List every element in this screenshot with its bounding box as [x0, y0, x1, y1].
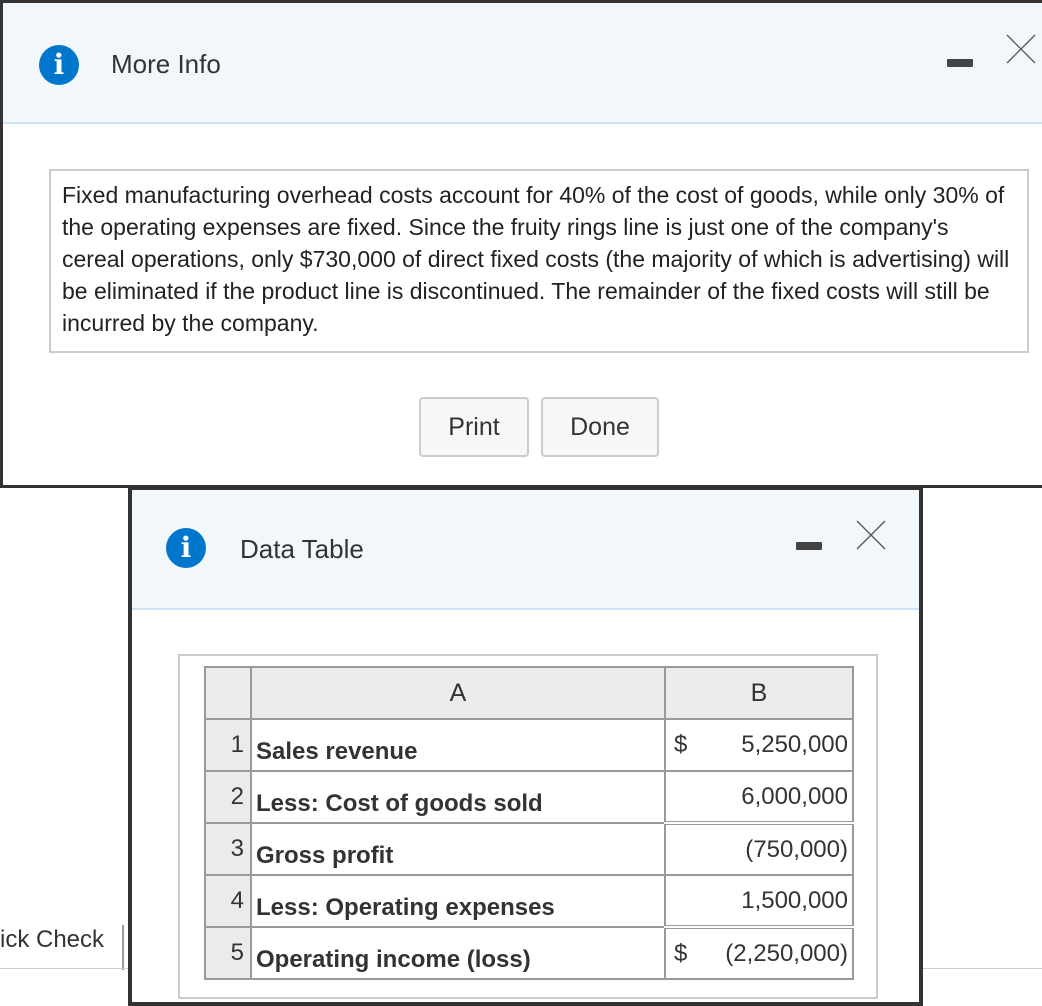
table-row: 3 Gross profit (750,000): [204, 822, 854, 876]
info-icon: i: [166, 528, 206, 568]
row-value-cell: 6,000,000: [664, 770, 854, 825]
dialog-title: Data Table: [240, 534, 364, 564]
more-info-dialog: i More Info Fixed manufacturing overhead…: [0, 0, 1042, 488]
table-row: 2 Less: Cost of goods sold 6,000,000: [204, 770, 854, 825]
info-message: Fixed manufacturing overhead costs accou…: [49, 169, 1029, 353]
dialog-title: More Info: [111, 49, 221, 79]
done-button[interactable]: Done: [541, 397, 659, 457]
divider: [122, 925, 124, 970]
currency-symbol: $: [674, 939, 688, 967]
row-label: Gross profit: [250, 822, 666, 876]
close-icon[interactable]: [856, 520, 886, 550]
currency-symbol: $: [674, 731, 688, 758]
row-label: Less: Cost of goods sold: [250, 770, 666, 824]
table-row: 5 Operating income (loss) $ (2,250,000): [204, 926, 854, 980]
column-header-b: B: [664, 666, 854, 720]
row-label: Less: Operating expenses: [250, 874, 666, 928]
row-label: Operating income (loss): [250, 926, 666, 980]
row-value-cell: $5,250,000: [664, 718, 854, 772]
row-number: 2: [204, 770, 252, 824]
row-value-cell: $ (2,250,000): [664, 926, 854, 980]
row-value: (2,250,000): [725, 939, 848, 967]
quick-check-label: ick Check: [0, 926, 105, 953]
data-table: A B 1 Sales revenue $5,250,000 2 Less: Co…: [204, 666, 854, 980]
row-number: 5: [204, 926, 252, 980]
dialog-header: i Data Table: [132, 490, 919, 610]
close-icon[interactable]: [1006, 34, 1036, 64]
row-value-cell: (750,000): [664, 822, 854, 876]
row-number: 4: [204, 874, 252, 928]
dialog-header: i More Info: [3, 3, 1042, 124]
data-table-container: A B 1 Sales revenue $5,250,000 2 Less: Co…: [178, 654, 878, 999]
corner-header: [204, 666, 252, 720]
row-value: 5,250,000: [741, 731, 848, 758]
minimize-button[interactable]: [947, 59, 973, 67]
row-value: 6,000,000: [741, 782, 848, 810]
row-number: 3: [204, 822, 252, 876]
column-header-a: A: [250, 666, 666, 720]
info-icon: i: [39, 45, 79, 85]
minimize-button[interactable]: [796, 542, 822, 550]
row-value: 1,500,000: [741, 886, 848, 914]
row-value: (750,000): [745, 835, 848, 863]
print-button[interactable]: Print: [419, 397, 529, 457]
row-value-cell: 1,500,000: [664, 874, 854, 929]
table-row: 4 Less: Operating expenses 1,500,000: [204, 874, 854, 929]
table-row: 1 Sales revenue $5,250,000: [204, 718, 854, 772]
row-number: 1: [204, 718, 252, 772]
row-label: Sales revenue: [250, 718, 666, 772]
data-table-dialog: i Data Table A B 1 Sales revenue $5,250,…: [128, 486, 923, 1006]
